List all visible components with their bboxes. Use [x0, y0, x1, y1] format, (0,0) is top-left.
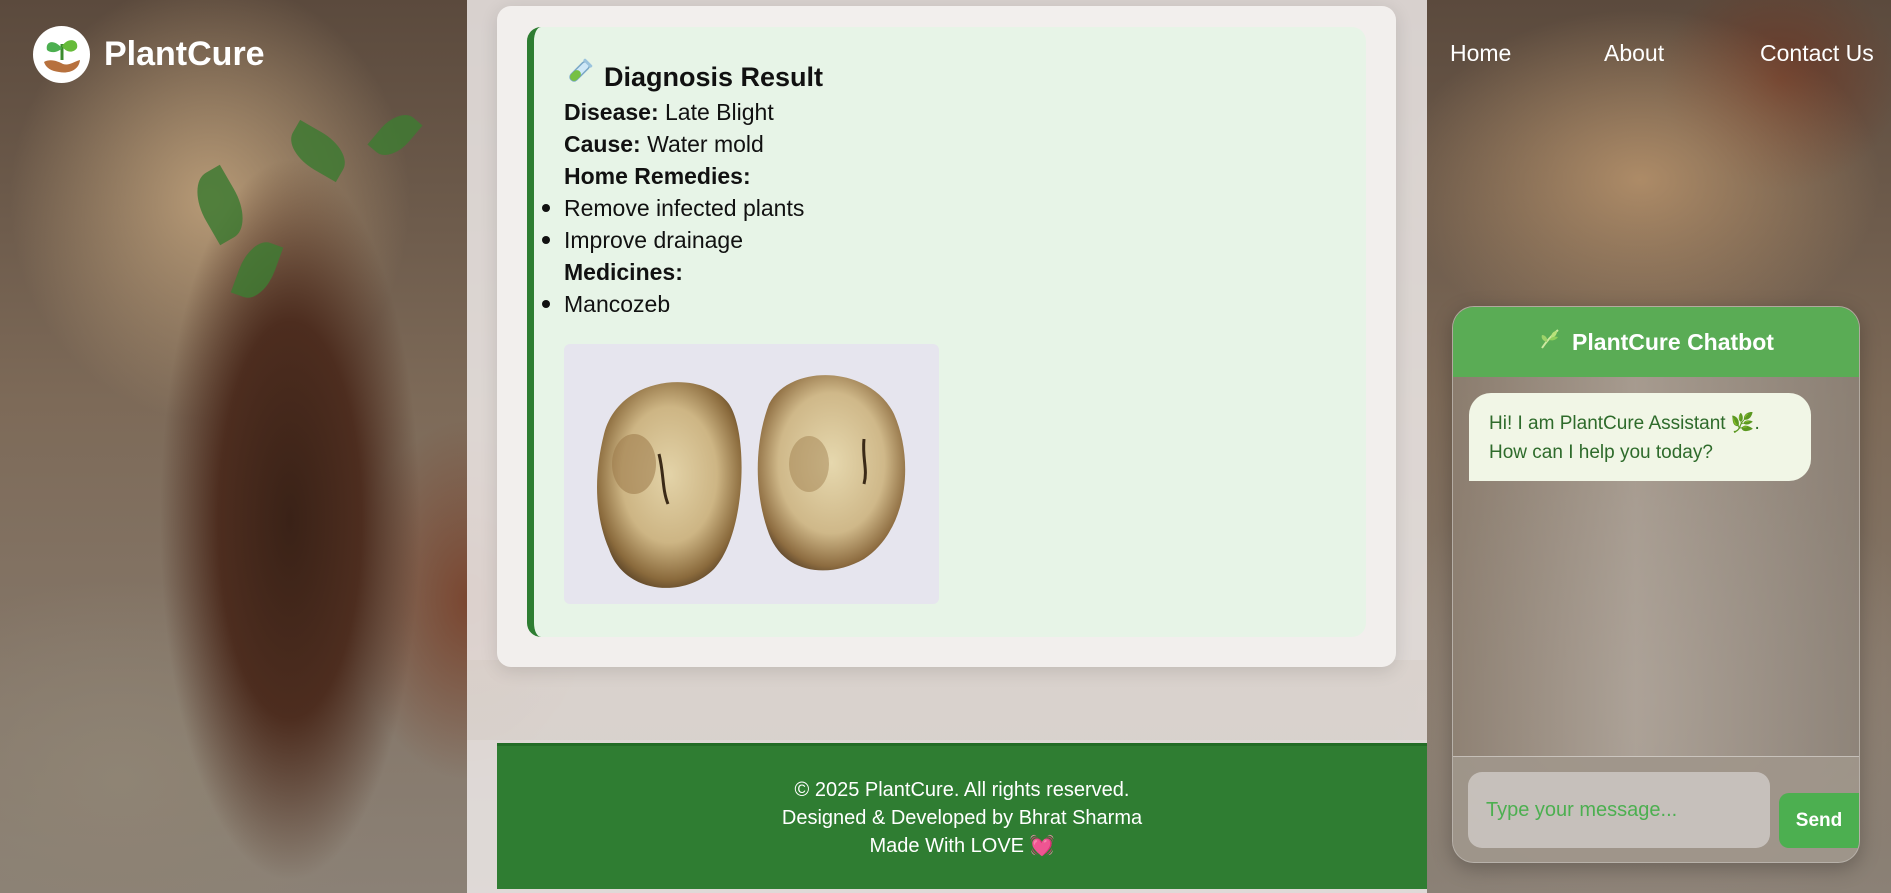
chat-messages[interactable]: Hi! I am PlantCure Assistant 🌿. How can … — [1453, 377, 1859, 757]
brand-name: PlantCure — [104, 35, 265, 73]
uploaded-plant-image — [564, 344, 939, 604]
bot-message-line: How can I help you today? — [1489, 442, 1713, 463]
chat-message-input[interactable] — [1468, 772, 1770, 848]
chatbot-widget: PlantCure Chatbot Hi! I am PlantCure Ass… — [1452, 306, 1860, 863]
cause-label: Cause: — [564, 131, 641, 157]
footer-credits: Designed & Developed by Bhrat Sharma — [781, 806, 1143, 829]
list-item: Remove infected plants — [542, 192, 1336, 224]
heart-icon: 💓 — [1029, 834, 1055, 857]
nav-home[interactable]: Home — [1450, 40, 1511, 67]
cause-line: Cause: Water mold — [564, 128, 1336, 160]
remedies-heading: Home Remedies: — [564, 160, 1336, 192]
medicines-heading: Medicines: — [564, 256, 1336, 288]
list-item: Improve drainage — [542, 224, 1336, 256]
bot-message: Hi! I am PlantCure Assistant 🌿. How can … — [1469, 393, 1811, 481]
footer-love-text: Made With LOVE — [869, 834, 1025, 857]
disease-label: Disease: — [564, 99, 659, 125]
list-item: Mancozeb — [542, 288, 1336, 320]
remedies-list: Remove infected plants Improve drainage — [542, 192, 1336, 256]
herb-icon — [1538, 327, 1562, 357]
remedies-label: Home Remedies: — [564, 163, 751, 189]
diagnosis-result-card: Diagnosis Result Disease: Late Blight Ca… — [527, 27, 1366, 637]
bot-message-line: Hi! I am PlantCure Assistant 🌿. — [1489, 413, 1760, 434]
send-button[interactable]: Send — [1779, 793, 1859, 848]
brand[interactable]: PlantCure — [33, 26, 265, 83]
disease-value: Late Blight — [665, 99, 774, 125]
diagnosis-title-text: Diagnosis Result — [604, 61, 824, 92]
leaf-decoration — [230, 235, 284, 305]
chat-input-row: Send — [1453, 756, 1859, 862]
medicines-label: Medicines: — [564, 259, 683, 285]
leaf-decoration — [185, 164, 255, 246]
test-tube-icon — [564, 57, 594, 96]
medicines-list: Mancozeb — [542, 288, 1336, 320]
chatbot-header[interactable]: PlantCure Chatbot — [1453, 307, 1859, 377]
footer-love: Made With LOVE 💓 — [870, 834, 1055, 858]
disease-line: Disease: Late Blight — [564, 96, 1336, 128]
seedling-hand-icon — [33, 26, 90, 83]
nav-contact-us[interactable]: Contact Us — [1760, 40, 1874, 67]
diagnosis-title: Diagnosis Result — [564, 57, 1336, 96]
chatbot-title: PlantCure Chatbot — [1572, 328, 1774, 355]
site-footer: © 2025 PlantCure. All rights reserved. D… — [497, 743, 1427, 889]
nav-about[interactable]: About — [1604, 40, 1664, 67]
leaf-decoration — [367, 106, 423, 164]
leaf-decoration — [282, 119, 354, 183]
cause-value: Water mold — [647, 131, 764, 157]
footer-copyright: © 2025 PlantCure. All rights reserved. — [794, 778, 1130, 801]
